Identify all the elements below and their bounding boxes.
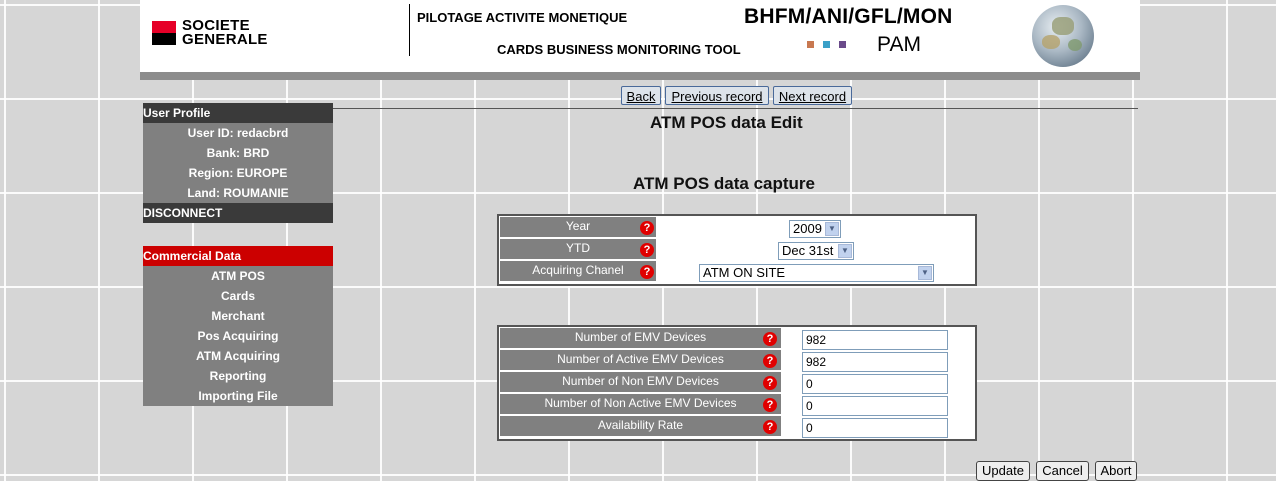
menu-item-cards[interactable]: Cards (143, 286, 333, 306)
acquiring-channel-select[interactable]: ATM ON SITE ▼ (699, 264, 934, 282)
disconnect-link[interactable]: DISCONNECT (143, 203, 333, 223)
user-profile-heading: User Profile (143, 103, 333, 123)
land: Land: ROUMANIE (143, 183, 333, 203)
year-select[interactable]: 2009 ▼ (789, 220, 841, 238)
back-button[interactable]: Back (621, 86, 661, 105)
availability-rate-label: Availability Rate (500, 416, 781, 436)
region: Region: EUROPE (143, 163, 333, 183)
logo-text: SOCIETE GENERALE (182, 18, 268, 48)
help-icon[interactable]: ? (763, 420, 777, 434)
color-square-icon (823, 41, 830, 48)
header-bar (140, 72, 1140, 80)
ytd-value: Dec 31st (782, 243, 834, 258)
cancel-button[interactable]: Cancel (1036, 461, 1089, 481)
acquiring-channel-value: ATM ON SITE (703, 265, 786, 280)
menu-item-merchant[interactable]: Merchant (143, 306, 333, 326)
non-emv-devices-input[interactable]: 0 (802, 374, 948, 394)
update-button[interactable]: Update (976, 461, 1030, 481)
help-icon[interactable]: ? (640, 221, 654, 235)
user-id: User ID: redacbrd (143, 123, 333, 143)
menu-item-atm-acquiring[interactable]: ATM Acquiring (143, 346, 333, 366)
help-icon[interactable]: ? (640, 243, 654, 257)
societe-generale-logo-icon (152, 21, 176, 45)
chevron-down-icon: ▼ (838, 244, 852, 258)
menu-item-reporting[interactable]: Reporting (143, 366, 333, 386)
help-icon[interactable]: ? (640, 265, 654, 279)
header-subtitle: CARDS BUSINESS MONITORING TOOL (497, 42, 741, 57)
ytd-select[interactable]: Dec 31st ▼ (778, 242, 854, 260)
logo-line2: GENERALE (182, 31, 268, 48)
chevron-down-icon: ▼ (825, 222, 839, 236)
commercial-data-menu: Commercial Data ATM POS Cards Merchant P… (143, 246, 333, 406)
menu-item-atm-pos[interactable]: ATM POS (143, 266, 333, 286)
separator-line (333, 108, 1138, 109)
user-profile-panel: User Profile User ID: redacbrd Bank: BRD… (143, 103, 333, 223)
menu-item-importing-file[interactable]: Importing File (143, 386, 333, 406)
previous-record-button[interactable]: Previous record (665, 86, 769, 105)
emv-devices-label: Number of EMV Devices (500, 328, 781, 348)
abort-button[interactable]: Abort (1095, 461, 1137, 481)
next-record-button[interactable]: Next record (773, 86, 852, 105)
acquiring-channel-label: Acquiring Chanel (500, 261, 656, 281)
header-divider (409, 4, 410, 56)
menu-item-pos-acquiring[interactable]: Pos Acquiring (143, 326, 333, 346)
section-title: ATM POS data capture (633, 174, 815, 193)
year-label: Year (500, 217, 656, 237)
active-emv-devices-label: Number of Active EMV Devices (500, 350, 781, 370)
ytd-label: YTD (500, 239, 656, 259)
non-emv-devices-label: Number of Non EMV Devices (500, 372, 781, 392)
help-icon[interactable]: ? (763, 398, 777, 412)
app-name: PAM (877, 33, 921, 56)
chevron-down-icon: ▼ (918, 266, 932, 280)
filter-panel: Year ? 2009 ▼ YTD ? Dec 31st ▼ Acquiring… (497, 214, 977, 286)
help-icon[interactable]: ? (763, 376, 777, 390)
help-icon[interactable]: ? (763, 354, 777, 368)
globe-icon (1032, 5, 1094, 67)
non-active-emv-devices-input[interactable]: 0 (802, 396, 948, 416)
bank: Bank: BRD (143, 143, 333, 163)
color-square-icon (839, 41, 846, 48)
active-emv-devices-input[interactable]: 982 (802, 352, 948, 372)
color-square-icon (807, 41, 814, 48)
page-title: ATM POS data Edit (650, 113, 803, 132)
availability-rate-input[interactable]: 0 (802, 418, 948, 438)
data-fields-panel: Number of EMV Devices ? 982 Number of Ac… (497, 325, 977, 441)
help-icon[interactable]: ? (763, 332, 777, 346)
non-active-emv-devices-label: Number of Non Active EMV Devices (500, 394, 781, 414)
department-code: BHFM/ANI/GFL/MON (744, 5, 953, 28)
header-banner: SOCIETE GENERALE PILOTAGE ACTIVITE MONET… (140, 0, 1140, 72)
year-value: 2009 (793, 221, 822, 236)
commercial-data-heading: Commercial Data (143, 246, 333, 266)
emv-devices-input[interactable]: 982 (802, 330, 948, 350)
header-title: PILOTAGE ACTIVITE MONETIQUE (417, 10, 628, 25)
